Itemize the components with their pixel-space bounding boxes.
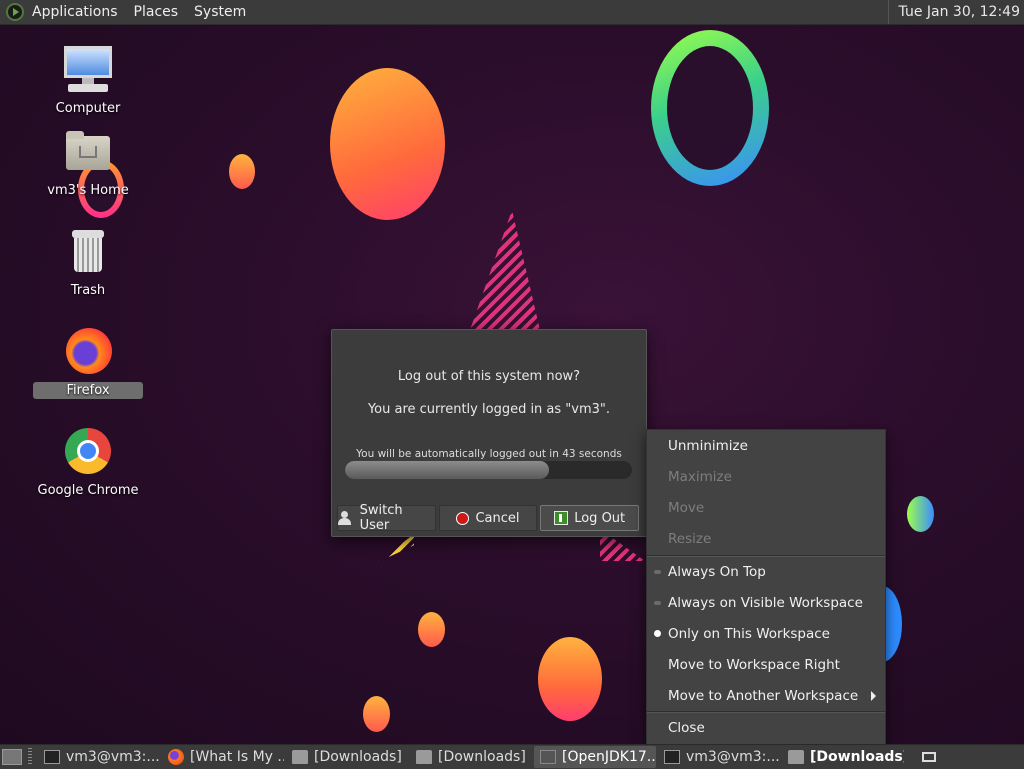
- wallpaper-small-dot: [229, 154, 255, 189]
- menu-item-label: Always On Top: [668, 564, 766, 580]
- task-label: [Downloads]: [314, 749, 402, 765]
- log-out-button[interactable]: Log Out: [540, 505, 640, 531]
- wallpaper-dot-4: [363, 696, 390, 732]
- menu-item-label: Unminimize: [668, 438, 748, 454]
- task-firefox[interactable]: [What Is My ...: [162, 746, 284, 768]
- desktop-icon-chrome[interactable]: Google Chrome: [33, 426, 143, 499]
- wallpaper-dot-3: [418, 612, 445, 647]
- menu-item-maximize[interactable]: Maximize: [647, 462, 885, 492]
- clock[interactable]: Tue Jan 30, 12:49: [887, 0, 1024, 24]
- desktop-icon-label: Firefox: [33, 382, 143, 399]
- wallpaper-stripe-triangle: [470, 210, 540, 330]
- terminal-icon: [664, 750, 680, 764]
- top-panel: Applications Places System Tue Jan 30, 1…: [0, 0, 1024, 25]
- task-label: [What Is My ...: [190, 749, 284, 765]
- task-downloads-3[interactable]: [Downloads]: [782, 746, 904, 768]
- folder-icon: [416, 750, 432, 764]
- menu-item-label: Move: [668, 500, 705, 516]
- wallpaper-yellow-stripe: [378, 534, 414, 562]
- desktop-icon-label: Computer: [55, 101, 121, 116]
- menu-system[interactable]: System: [186, 0, 254, 24]
- task-downloads-1[interactable]: [Downloads]: [286, 746, 408, 768]
- switch-user-button[interactable]: Switch User: [337, 503, 436, 533]
- desktop-icon-firefox[interactable]: Firefox: [33, 326, 143, 399]
- menu-item-always-on-top[interactable]: Always On Top: [647, 557, 885, 587]
- java-icon: [540, 750, 556, 764]
- menu-item-label: Resize: [668, 531, 712, 547]
- task-downloads-2[interactable]: [Downloads]: [410, 746, 532, 768]
- cancel-icon: [456, 511, 470, 525]
- desktop-icon-label: Google Chrome: [37, 483, 139, 498]
- logout-dialog: Log out of this system now? You are curr…: [331, 329, 647, 537]
- desktop-icon-home[interactable]: vm3's Home: [33, 126, 143, 199]
- firefox-icon: [62, 326, 114, 378]
- task-terminal-1[interactable]: vm3@vm3:...: [38, 746, 160, 768]
- home-folder-icon: [62, 126, 114, 178]
- menu-item-resize[interactable]: Resize: [647, 524, 885, 554]
- menu-item-unminimize[interactable]: Unminimize: [647, 431, 885, 461]
- menu-item-label: Maximize: [668, 469, 732, 485]
- firefox-icon: [168, 749, 184, 765]
- task-openjdk[interactable]: [OpenJDK17...: [534, 746, 656, 768]
- task-label: [Downloads]: [438, 749, 526, 765]
- menu-item-always-on-visible-workspace[interactable]: Always on Visible Workspace: [647, 588, 885, 618]
- logout-question: Log out of this system now?: [397, 369, 581, 384]
- switch-user-label: Switch User: [359, 503, 403, 533]
- cancel-label: Cancel: [475, 510, 520, 526]
- workspace-switcher-icon[interactable]: [922, 752, 936, 762]
- menu-item-label: Only on This Workspace: [668, 626, 830, 642]
- mate-logo-icon[interactable]: [6, 3, 24, 21]
- menu-item-label: Move to Another Workspace: [668, 688, 859, 704]
- menu-item-move-to-workspace-right[interactable]: Move to Workspace Right: [647, 650, 885, 680]
- task-label: vm3@vm3:...: [66, 749, 160, 765]
- task-label: [OpenJDK17...: [562, 749, 656, 765]
- bottom-taskbar: vm3@vm3:... [What Is My ... [Downloads] …: [0, 744, 1024, 769]
- chrome-icon: [62, 426, 114, 478]
- task-label: vm3@vm3:...: [686, 749, 780, 765]
- menu-item-label: Move to Workspace Right: [668, 657, 840, 673]
- wallpaper-green-dot: [907, 496, 934, 532]
- log-out-label: Log Out: [574, 510, 626, 526]
- task-terminal-2[interactable]: vm3@vm3:...: [658, 746, 780, 768]
- computer-icon: [62, 44, 114, 96]
- desktop-icon-computer[interactable]: Computer: [33, 44, 143, 117]
- task-label: [Downloads]: [810, 749, 904, 765]
- wallpaper-oval-2: [538, 637, 602, 721]
- desktop-icon-label: vm3's Home: [47, 183, 129, 198]
- trash-icon: [62, 226, 114, 278]
- menu-places[interactable]: Places: [126, 0, 187, 24]
- menu-item-move[interactable]: Move: [647, 493, 885, 523]
- show-desktop-icon[interactable]: [2, 749, 22, 765]
- auto-logout-countdown: You will be automatically logged out in …: [356, 448, 622, 460]
- exit-icon: [554, 511, 569, 525]
- cancel-button[interactable]: Cancel: [438, 505, 538, 531]
- user-icon: [338, 511, 354, 525]
- panel-handle[interactable]: [28, 748, 32, 766]
- menu-item-only-on-this-workspace[interactable]: Only on This Workspace: [647, 619, 885, 649]
- menu-item-move-to-another-workspace[interactable]: Move to Another Workspace: [647, 681, 885, 711]
- radio-off-icon: [654, 570, 661, 574]
- window-context-menu: Unminimize Maximize Move Resize Always O…: [646, 429, 886, 745]
- radio-on-icon: [654, 630, 661, 637]
- wallpaper-ring: [651, 30, 769, 186]
- terminal-icon: [44, 750, 60, 764]
- folder-icon: [292, 750, 308, 764]
- submenu-arrow-icon: [871, 691, 876, 701]
- menu-item-label: Close: [668, 720, 705, 736]
- logout-progress-fill: [345, 461, 549, 479]
- menu-item-label: Always on Visible Workspace: [668, 595, 863, 611]
- wallpaper-orange-oval: [330, 68, 445, 220]
- dialog-buttons: Switch User Cancel Log Out: [337, 503, 640, 533]
- menu-applications[interactable]: Applications: [24, 0, 126, 24]
- folder-icon: [788, 750, 804, 764]
- radio-off-icon: [654, 601, 661, 605]
- logged-in-as-text: You are currently logged in as "vm3".: [367, 402, 611, 417]
- desktop-icon-trash[interactable]: Trash: [33, 226, 143, 299]
- logout-progress-bar: [345, 461, 632, 479]
- menu-item-close[interactable]: Close: [647, 713, 885, 743]
- desktop-icon-label: Trash: [70, 283, 106, 298]
